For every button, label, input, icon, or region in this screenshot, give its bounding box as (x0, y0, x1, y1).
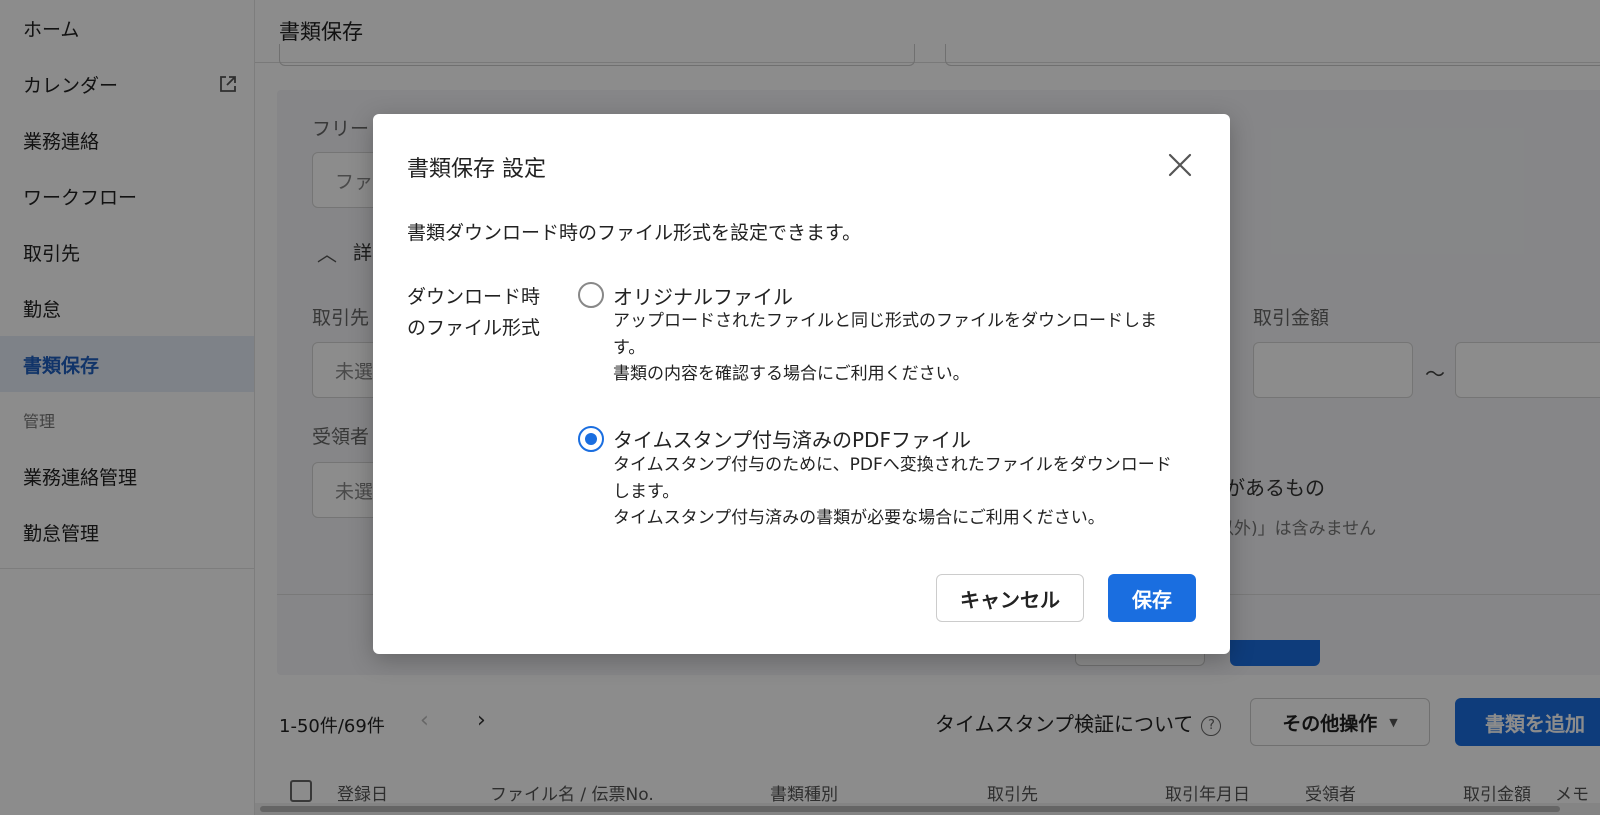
option-desc-line: アップロードされたファイルと同じ形式のファイルをダウンロードしま (613, 311, 1157, 331)
option-original-title[interactable]: オリジナルファイル (613, 281, 793, 310)
option-timestamp-desc: タイムスタンプ付与のために、PDFへ変換されたファイルをダウンロード します。 … (613, 452, 1198, 532)
dialog-title: 書類保存 設定 (407, 157, 546, 182)
option-timestamp-title[interactable]: タイムスタンプ付与済みのPDFファイル (613, 424, 971, 453)
option-desc-line: 書類の内容を確認する場合にご利用ください。 (613, 364, 970, 384)
option-desc-line: タイムスタンプ付与済みの書類が必要な場合にご利用ください。 (613, 508, 1105, 528)
file-format-label: ダウンロード時 のファイル形式 (407, 282, 567, 344)
option-desc-line: す。 (613, 337, 646, 358)
radio-timestamp-pdf[interactable] (578, 426, 604, 452)
settings-dialog: 書類保存 設定 書類ダウンロード時のファイル形式を設定できます。 ダウンロード時… (373, 114, 1230, 654)
close-icon[interactable] (1165, 150, 1195, 180)
file-format-label-line2: のファイル形式 (407, 317, 541, 339)
dialog-description: 書類ダウンロード時のファイル形式を設定できます。 (407, 222, 862, 244)
radio-original-file[interactable] (578, 282, 604, 308)
cancel-button[interactable]: キャンセル (936, 574, 1084, 622)
save-button[interactable]: 保存 (1108, 574, 1196, 622)
file-format-label-line1: ダウンロード時 (407, 286, 541, 308)
option-desc-line: タイムスタンプ付与のために、PDFへ変換されたファイルをダウンロード (613, 455, 1172, 475)
option-original-desc: アップロードされたファイルと同じ形式のファイルをダウンロードしま す。 書類の内… (613, 308, 1198, 388)
option-desc-line: します。 (613, 481, 680, 502)
